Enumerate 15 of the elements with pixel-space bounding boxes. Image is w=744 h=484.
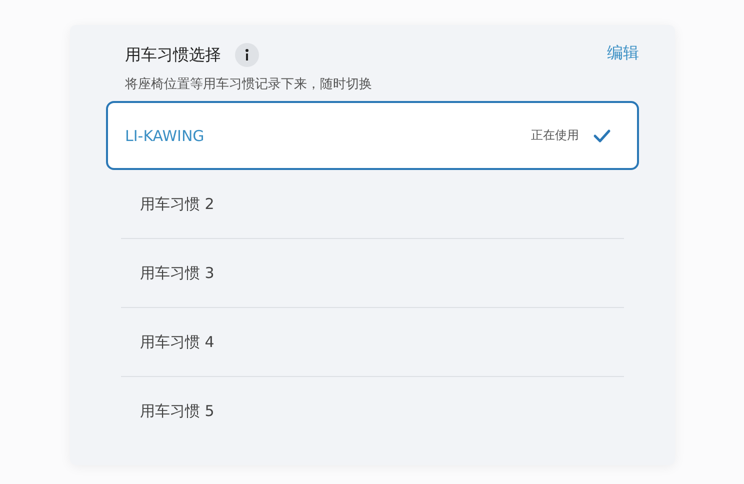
habit-item[interactable]: LI-KAWING 正在使用	[106, 101, 639, 170]
habit-item[interactable]: 用车习惯 3	[121, 239, 624, 308]
section-title: 用车习惯选择	[125, 44, 221, 66]
habit-name: 用车习惯 4	[140, 332, 216, 352]
habit-name: LI-KAWING	[125, 126, 206, 144]
habit-name: 用车习惯 3	[140, 264, 216, 282]
habit-name: 用车习惯 2	[140, 194, 216, 214]
habit-item[interactable]: 用车习惯 2	[121, 170, 624, 239]
habit-item[interactable]: 用车习惯 4	[121, 308, 624, 377]
habit-item[interactable]: 用车习惯 5	[121, 377, 624, 446]
subtitle: 将座椅位置等用车习惯记录下来，随时切换	[125, 76, 373, 93]
habit-name: 用车习惯 5	[140, 402, 216, 421]
status-label: 正在使用	[531, 127, 579, 144]
check-icon	[593, 128, 611, 142]
info-icon[interactable]	[235, 43, 259, 67]
